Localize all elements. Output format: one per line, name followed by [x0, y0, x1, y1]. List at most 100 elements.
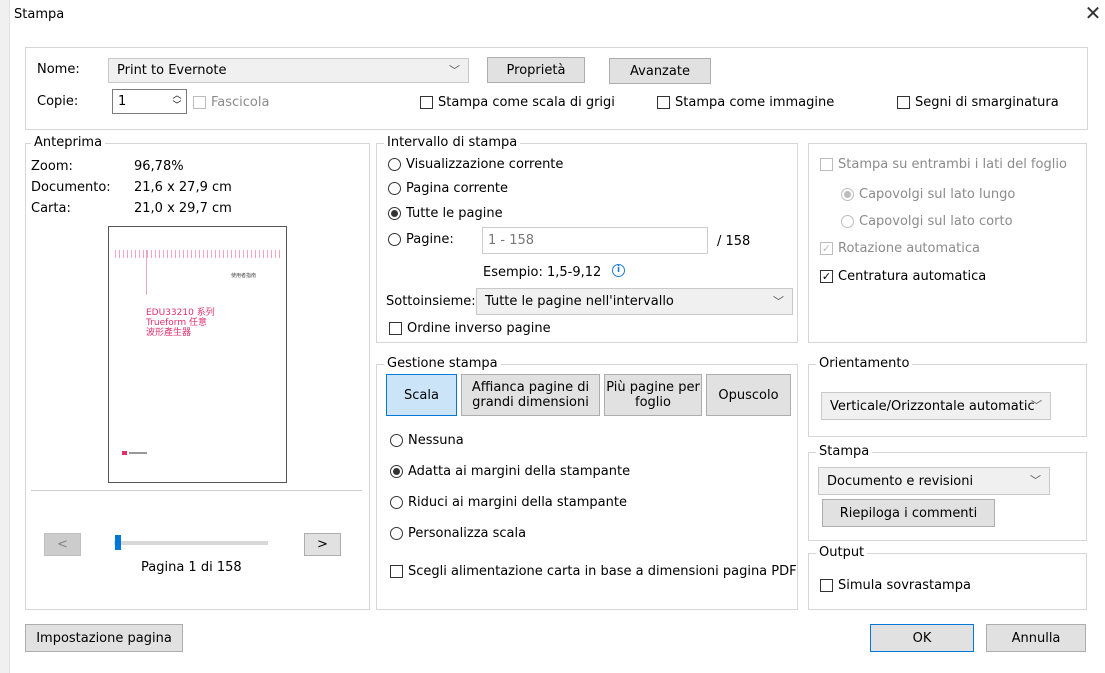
window-title: Stampa — [14, 7, 65, 22]
copies-value: 1 — [118, 94, 127, 109]
scale-none-radio[interactable]: Nessuna — [390, 433, 464, 448]
auto-center-checkbox-box[interactable]: ✓ — [820, 270, 833, 283]
close-icon[interactable]: ✕ — [1083, 2, 1103, 24]
paper-size-label: Carta: — [31, 201, 71, 216]
scale-shrink-radio[interactable]: Riduci ai margini della stampante — [390, 495, 627, 510]
short-edge-radio-dot[interactable] — [841, 215, 854, 228]
prev-page-button[interactable]: < — [44, 533, 81, 556]
current-page-radio[interactable]: Pagina corrente — [388, 181, 508, 196]
subset-select[interactable]: Tutte le pagine nell'intervallo ﹀ — [476, 288, 793, 315]
all-pages-radio[interactable]: Tutte le pagine — [388, 206, 503, 221]
handling-legend: Gestione stampa — [384, 356, 501, 371]
as-image-checkbox[interactable]: Stampa come immagine — [657, 95, 834, 110]
stepper-arrows-icon[interactable]: ︿ ﹀ — [171, 91, 183, 111]
crop-marks-label: Segni di smarginatura — [915, 95, 1059, 110]
scale-fit-radio-dot[interactable] — [390, 465, 403, 478]
scale-shrink-label: Riduci ai margini della stampante — [408, 495, 627, 510]
collate-checkbox[interactable]: Fascicola — [193, 95, 269, 110]
output-legend: Output — [816, 545, 868, 560]
copies-stepper[interactable]: 1 ︿ ﹀ — [112, 89, 187, 114]
scale-custom-radio-dot[interactable] — [390, 527, 403, 540]
pages-example: Esempio: 1,5-9,12 — [483, 265, 602, 280]
scale-custom-radio[interactable]: Personalizza scala — [390, 526, 526, 541]
scale-none-radio-dot[interactable] — [390, 434, 403, 447]
tab-multiple-pages[interactable]: Più pagine per foglio — [604, 374, 702, 416]
grayscale-label: Stampa come scala di grigi — [438, 95, 615, 110]
pages-total: / 158 — [717, 234, 751, 249]
long-edge-radio-dot[interactable] — [841, 188, 854, 201]
both-sides-checkbox[interactable]: Stampa su entrambi i lati del foglio — [820, 157, 1067, 172]
info-icon[interactable]: i — [612, 264, 625, 277]
grayscale-checkbox[interactable]: Stampa come scala di grigi — [420, 95, 615, 110]
current-view-radio[interactable]: Visualizzazione corrente — [388, 157, 563, 172]
print-range-legend: Intervallo di stampa — [384, 135, 521, 150]
auto-center-checkbox[interactable]: ✓ Centratura automatica — [820, 269, 986, 284]
paper-source-checkbox-box[interactable] — [390, 565, 403, 578]
page-slider-thumb[interactable] — [115, 535, 121, 550]
both-sides-checkbox-box[interactable] — [820, 158, 833, 171]
orientation-select[interactable]: Verticale/Orizzontale automatic ﹀ — [821, 392, 1051, 420]
scale-fit-radio[interactable]: Adatta ai margini della stampante — [390, 464, 630, 479]
thumbnail-logo-text — [129, 452, 147, 454]
paper-size-value: 21,0 x 29,7 cm — [134, 201, 232, 216]
advanced-button[interactable]: Avanzate — [609, 58, 711, 84]
crop-marks-checkbox-box[interactable] — [897, 96, 910, 109]
pages-input[interactable]: 1 - 158 — [482, 227, 708, 254]
page-setup-button[interactable]: Impostazione pagina — [25, 624, 183, 652]
cancel-button[interactable]: Annulla — [986, 624, 1086, 652]
simulate-overprint-label: Simula sovrastampa — [838, 578, 971, 593]
short-edge-label: Capovolgi sul lato corto — [859, 214, 1013, 229]
printer-select-value: Print to Evernote — [117, 63, 227, 78]
paper-source-checkbox[interactable]: Scegli alimentazione carta in base a dim… — [390, 564, 797, 579]
print-what-group — [808, 452, 1087, 541]
current-page-label: Pagina corrente — [406, 181, 509, 196]
tab-booklet[interactable]: Opuscolo — [706, 374, 791, 416]
page-thumbnail: 使用者指南 EDU33210 系列 Trueform 任意 波形產生器 — [108, 226, 287, 483]
all-pages-radio-dot[interactable] — [388, 207, 401, 220]
preview-divider — [31, 490, 362, 491]
pages-radio[interactable]: Pagine: — [388, 232, 454, 247]
scale-fit-label: Adatta ai margini della stampante — [408, 464, 631, 479]
crop-marks-checkbox[interactable]: Segni di smarginatura — [897, 95, 1059, 110]
tab-scale[interactable]: Scala — [386, 374, 457, 416]
reverse-order-checkbox-box[interactable] — [389, 322, 402, 335]
subset-select-value: Tutte le pagine nell'intervallo — [485, 294, 674, 309]
print-what-select[interactable]: Documento e revisioni ﹀ — [818, 467, 1050, 495]
auto-rotate-checkbox[interactable]: ✓ Rotazione automatica — [820, 241, 980, 256]
summarize-comments-button[interactable]: Riepiloga i commenti — [822, 499, 995, 527]
grayscale-checkbox-box[interactable] — [420, 96, 433, 109]
print-what-legend: Stampa — [816, 444, 873, 459]
thumbnail-title-line-1: EDU33210 系列 — [146, 308, 215, 318]
ok-button[interactable]: OK — [870, 624, 974, 652]
zoom-label: Zoom: — [31, 159, 73, 174]
as-image-checkbox-box[interactable] — [657, 96, 670, 109]
current-page-radio-dot[interactable] — [388, 182, 401, 195]
scale-shrink-radio-dot[interactable] — [390, 496, 403, 509]
thumbnail-margin-line — [146, 250, 147, 295]
next-page-button[interactable]: > — [304, 533, 341, 556]
collate-checkbox-box[interactable] — [193, 96, 206, 109]
print-what-select-value: Documento e revisioni — [827, 473, 974, 489]
paper-source-label: Scegli alimentazione carta in base a dim… — [408, 564, 797, 579]
short-edge-radio[interactable]: Capovolgi sul lato corto — [841, 214, 1013, 229]
tab-tile-large-pages[interactable]: Affianca pagine di grandi dimensioni — [461, 374, 600, 416]
all-pages-label: Tutte le pagine — [406, 206, 503, 221]
auto-rotate-checkbox-box[interactable]: ✓ — [820, 242, 833, 255]
reverse-order-checkbox[interactable]: Ordine inverso pagine — [389, 321, 551, 336]
simulate-overprint-checkbox-box[interactable] — [820, 579, 833, 592]
page-slider[interactable] — [114, 541, 268, 545]
long-edge-radio[interactable]: Capovolgi sul lato lungo — [841, 187, 1015, 202]
printer-select[interactable]: Print to Evernote ﹀ — [108, 58, 469, 83]
auto-center-label: Centratura automatica — [838, 269, 987, 284]
chevron-down-icon: ﹀ — [449, 63, 460, 77]
long-edge-label: Capovolgi sul lato lungo — [859, 187, 1016, 202]
reverse-order-label: Ordine inverso pagine — [407, 321, 551, 336]
thumbnail-title: EDU33210 系列 Trueform 任意 波形產生器 — [146, 308, 215, 338]
chevron-down-icon: ﹀ — [1030, 474, 1041, 488]
current-view-radio-dot[interactable] — [388, 158, 401, 171]
pages-radio-dot[interactable] — [388, 233, 401, 246]
properties-button[interactable]: Proprietà — [487, 57, 585, 83]
simulate-overprint-checkbox[interactable]: Simula sovrastampa — [820, 578, 971, 593]
scale-none-label: Nessuna — [408, 433, 464, 448]
copies-label: Copie: — [37, 94, 79, 109]
